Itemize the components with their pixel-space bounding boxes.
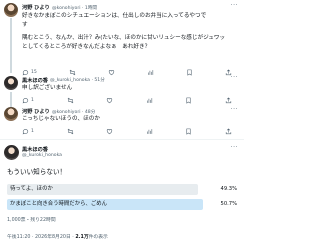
views-button[interactable] [146,97,153,104]
avatar[interactable] [4,145,19,160]
retweet-button[interactable] [69,69,76,76]
tweet-text-line: す [22,22,28,28]
view-label: 件の表示 [88,235,108,240]
tweet-text: こっちじゃないほうの、ほのか [22,116,100,122]
bookmark-button[interactable] [185,128,192,135]
views-button[interactable] [147,69,154,76]
author-handle-time[interactable]: @konohiyori · 1時間 [52,5,97,11]
retweet-icon [69,69,76,75]
bookmark-icon [186,128,191,135]
views-icon [146,97,152,103]
author-name[interactable]: 河野 ひより [22,108,50,115]
share-icon [225,127,232,134]
thread-connector [10,18,12,73]
more-options-button[interactable]: ··· [231,74,238,81]
poll-option-percent: 50.7% [220,201,237,207]
tweet-text: 隅むとこう、なんか、出汁？み(たいな、ほのかに甘いリュシーな感じがジュワッとして… [22,34,230,52]
author-name[interactable]: 黒木ほの香 [22,77,48,84]
views-button[interactable] [146,128,153,135]
reply-icon [22,128,29,134]
author-name[interactable]: 河野 ひより [22,4,50,11]
poll-option-label: かまぼこと向き合う時間だから、ごめん [10,201,108,207]
more-options-button[interactable]: ··· [231,2,238,9]
retweet-icon [67,128,73,134]
timestamp-text: 午後11:20 · 2026年8月20日 · [7,235,74,240]
bookmark-button[interactable] [186,69,193,76]
bookmark-button[interactable] [185,97,192,104]
tweet-actions: 1 [22,127,232,135]
reply-count: 15 [31,69,37,75]
poll-option-percent: 49.3% [220,186,237,192]
tweet-text-line: 好きなかまぼこのシチュエーションは、仕出しのお弁当に入ってるやつで [22,13,207,19]
views-icon [148,69,154,75]
reply-count: 1 [31,128,34,134]
share-button[interactable] [225,96,232,104]
poll-summary: 1,000票・残り22時間 [7,218,56,223]
main-tweet-text: もういい知らない！ [7,168,67,176]
like-button[interactable] [108,69,115,76]
more-options-button[interactable]: ··· [231,106,238,113]
views-icon [146,128,152,134]
author-handle[interactable]: @_kuroki_honoka [22,153,62,158]
author-name[interactable]: 黒木ほの香 [22,146,48,153]
tweet-text: 好きなかまぼこのシチュエーションは、仕出しのお弁当に入ってるやつで す [22,12,238,30]
share-button[interactable] [225,127,232,135]
like-button[interactable] [106,97,113,104]
reply-count: 1 [31,97,34,103]
bookmark-icon [186,97,191,104]
share-icon [225,96,232,103]
tweet-text: 申し訳ございません [22,85,73,91]
retweet-button[interactable] [67,97,74,104]
tweet-actions: 15 [22,68,232,76]
author-handle-time[interactable]: @_kuroki_honoka · 51分 [50,77,105,83]
poll-option[interactable]: かまぼこと向き合う時間だから、ごめん 50.7% [7,199,237,210]
tweet-actions: 1 [22,96,232,104]
reply-icon [22,69,29,75]
bookmark-icon [187,69,192,76]
reply-button[interactable]: 1 [22,97,34,104]
divider [0,139,244,140]
like-icon [107,128,113,134]
reply-icon [22,97,29,103]
like-icon [108,69,115,75]
poll-option-label: 待ってよ、ほのか [10,186,53,192]
avatar[interactable] [4,107,18,121]
retweet-icon [67,97,73,103]
retweet-button[interactable] [67,128,74,135]
like-icon [107,97,113,103]
avatar[interactable] [4,76,18,90]
like-button[interactable] [106,128,113,135]
tweet-text-line: 隅むとこう、なんか、出汁？み(たいな、ほのかに甘いリュシーな感じがジュワッとして… [22,35,226,50]
view-count: 2.1万 [75,235,89,240]
more-options-button[interactable]: ··· [231,144,238,151]
author-handle-time[interactable]: @konohiyori · 48分 [52,109,95,115]
reply-button[interactable]: 15 [22,69,37,76]
post-timestamp: 午後11:20 · 2026年8月20日 · 2.1万件の表示 [7,233,108,240]
reply-button[interactable]: 1 [22,128,34,135]
avatar[interactable] [4,3,18,17]
poll-option[interactable]: 待ってよ、ほのか 49.3% [7,184,237,195]
